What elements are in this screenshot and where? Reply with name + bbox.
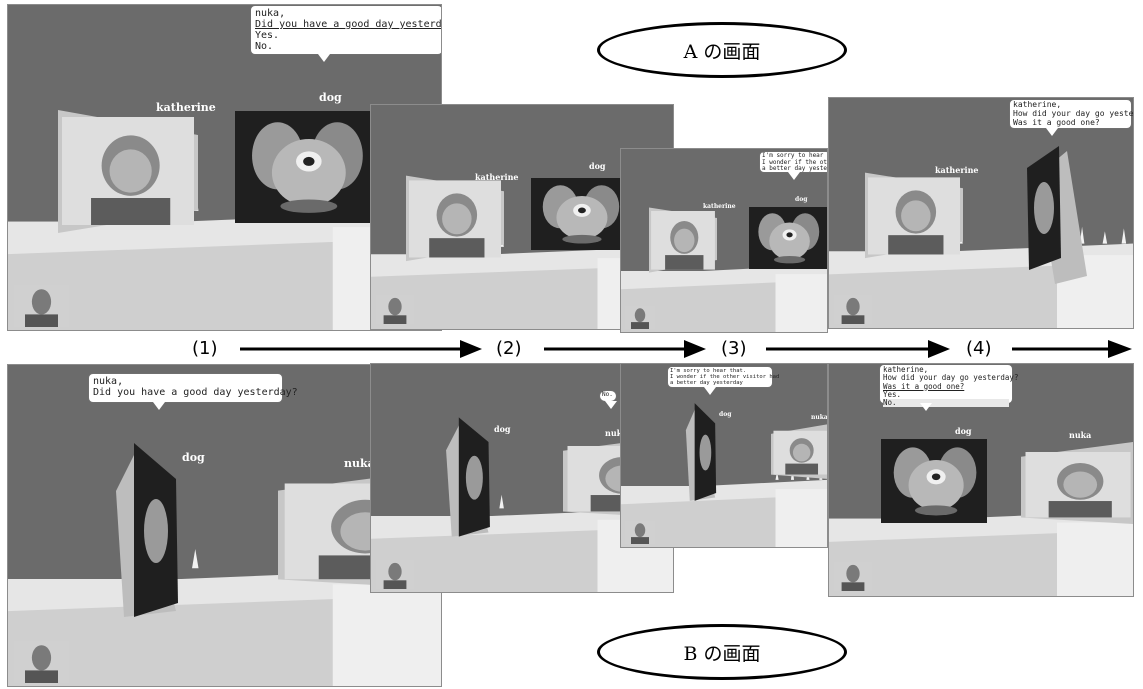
screen-b-step3-frame: dog nuka I'm sorry to hear that. I wonde… (620, 363, 828, 548)
name-label-katherine: katherine (935, 165, 979, 175)
dialog-bubble: I'm sorry to hear that. I wonder if the … (667, 366, 779, 395)
bubble-line-question: Did you have a good day yesterday? (255, 19, 442, 30)
name-label-dog: dog (719, 411, 732, 418)
bubble-line: a better day yesterday (762, 165, 828, 173)
self-view-thumbnail (14, 641, 69, 683)
answer-text: No. (602, 391, 613, 398)
video-panel-nuka (771, 424, 827, 479)
screen-b-label: B の画面 (597, 624, 847, 680)
bubble-line-question: Was it a good one? (1013, 117, 1100, 127)
bubble-line-addressee: nuka, (255, 8, 286, 19)
self-view-thumbnail (625, 306, 655, 329)
avatar-panel-dog (749, 207, 827, 269)
avatar-panel-dog-rotating (446, 417, 490, 537)
avatar-panel-dog-rotating (1027, 146, 1087, 284)
self-view-thumbnail (376, 295, 414, 324)
dialog-bubble: I'm sorry to hear that. I wonder if the … (759, 151, 828, 180)
self-view-thumbnail (376, 560, 414, 589)
answer-bubble: No. (599, 390, 617, 409)
name-label-dog: dog (955, 426, 972, 436)
bubble-line: a better day yesterday (670, 380, 743, 387)
video-panel-katherine (58, 110, 198, 233)
dialog-bubble: katherine, How did your day go yesterday… (1009, 99, 1133, 136)
bubble-line-question: Was it a good one? (883, 381, 965, 391)
name-label-dog: dog (319, 91, 342, 104)
self-view-thumbnail (625, 521, 655, 544)
video-panel-katherine (406, 175, 504, 262)
answer-option-yes[interactable]: Yes. (883, 390, 1009, 399)
arrow-step4-onward (1012, 340, 1132, 358)
dialog-bubble: nuka, Did you have a good day yesterday?… (250, 5, 442, 62)
name-label-nuka: nuka (1069, 430, 1092, 440)
avatar-panel-dog-rotating (685, 403, 717, 501)
dialog-bubble: katherine, How did your day go yesterday… (879, 364, 1018, 411)
name-label-nuka: nuka (811, 414, 828, 421)
name-label-katherine: katherine (475, 172, 519, 182)
avatar-panel-dog (235, 111, 377, 223)
avatar-panel-dog (531, 178, 629, 250)
screen-b-step4-frame: dog nuka katherine, How did your day go … (828, 363, 1134, 597)
name-label-katherine: katherine (156, 101, 216, 114)
arrow-step3-to-step4 (766, 340, 950, 358)
bubble-line-question: Did you have a good day yesterday? (93, 387, 298, 398)
arrow-step2-to-step3 (544, 340, 706, 358)
name-label-dog: dog (494, 424, 511, 434)
avatar-panel-dog-rotating (116, 443, 178, 617)
video-panel-nuka (1021, 442, 1133, 524)
screen-a-step3-frame: katherine dog I'm sorry to hear that. I … (620, 148, 828, 333)
arrow-step1-to-step2 (240, 340, 482, 358)
self-view-thumbnail (14, 285, 69, 327)
timeline-arrows (240, 340, 1132, 358)
name-label-dog: dog (182, 451, 205, 464)
video-panel-katherine (649, 207, 717, 273)
dialog-bubble: nuka, Did you have a good day yesterday? (88, 373, 298, 410)
name-label-katherine: katherine (703, 203, 736, 210)
answer-option-no[interactable]: No. (883, 398, 1009, 408)
avatar-panel-dog (881, 439, 987, 523)
answer-option-yes[interactable]: Yes. (255, 30, 438, 41)
screen-a-step4-frame: katherine katherine, How did your day go… (828, 97, 1134, 329)
answer-option-no[interactable]: No. (255, 41, 438, 52)
screen-a-label: A の画面 (597, 22, 847, 78)
name-label-dog: dog (795, 196, 808, 203)
bubble-line-addressee: nuka, (93, 376, 124, 387)
self-view-thumbnail (834, 295, 872, 324)
video-panel-katherine (865, 172, 963, 259)
name-label-dog: dog (589, 161, 606, 171)
self-view-thumbnail (834, 562, 872, 591)
